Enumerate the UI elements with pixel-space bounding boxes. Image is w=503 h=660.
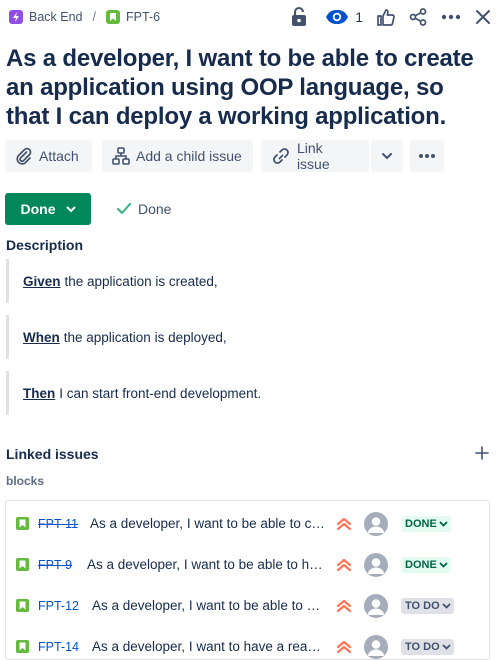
status-badge[interactable]: TO DO — [401, 597, 454, 614]
breadcrumb-current-link[interactable]: FPT-6 — [126, 10, 160, 24]
link-icon — [273, 148, 289, 164]
more-icon — [419, 154, 435, 158]
watch-button[interactable]: 1 — [325, 4, 377, 30]
status-badge-label: TO DO — [405, 599, 440, 612]
close-icon[interactable] — [475, 4, 491, 30]
resolution-label: Done — [138, 201, 172, 217]
watch-count: 1 — [355, 9, 363, 25]
chevron-down-icon — [382, 153, 392, 160]
issue-key-link[interactable]: FPT-9 — [38, 558, 72, 572]
issue-summary[interactable]: As a developer, I want to be able to cre… — [90, 516, 326, 531]
issue-toolbar: 1 — [291, 4, 491, 30]
story-icon — [16, 558, 29, 571]
more-button[interactable] — [410, 140, 444, 172]
avatar[interactable] — [364, 552, 388, 577]
chevron-down-icon — [439, 521, 448, 527]
description-keyword: Then — [23, 385, 56, 401]
share-icon[interactable] — [409, 4, 427, 30]
issue-key-link[interactable]: FPT-11 — [38, 517, 78, 531]
description-text: the application is deployed, — [63, 329, 227, 345]
attach-label: Attach — [39, 148, 79, 164]
description-heading: Description — [6, 237, 84, 253]
status-badge[interactable]: TO DO — [401, 638, 454, 655]
lock-icon[interactable] — [291, 4, 307, 30]
like-icon[interactable] — [377, 4, 395, 30]
priority-highest-icon — [336, 640, 352, 653]
issue-summary[interactable]: As a developer, I want to be able to cre… — [92, 598, 326, 613]
issue-key-link[interactable]: FPT-14 — [38, 640, 79, 654]
status-badge-label: DONE — [405, 558, 437, 571]
issue-summary[interactable]: As a developer, I want to be able to hav… — [87, 557, 328, 572]
issue-key-link[interactable]: FPT-12 — [38, 599, 79, 613]
description-line[interactable]: Given the application is created, — [6, 259, 486, 303]
eye-icon — [326, 10, 349, 24]
breadcrumb-separator: / — [92, 10, 96, 24]
status-badge-label: DONE — [405, 517, 437, 530]
resolution: Done — [116, 201, 171, 217]
attach-button[interactable]: Attach — [5, 140, 92, 172]
link-issue-dropdown[interactable] — [371, 140, 403, 172]
link-issue-label: Link issue — [296, 140, 330, 172]
status-badge[interactable]: DONE — [401, 556, 451, 573]
check-icon — [117, 203, 131, 214]
chevron-down-icon — [442, 644, 451, 650]
epic-icon — [9, 10, 23, 24]
description-text: the application is created, — [64, 273, 218, 289]
description-line[interactable]: When the application is deployed, — [6, 315, 486, 359]
issue-title[interactable]: As a developer, I want to be able to cre… — [6, 44, 486, 131]
chevron-down-icon — [439, 562, 448, 568]
add-child-issue-button[interactable]: Add a child issue — [102, 140, 253, 172]
avatar[interactable] — [364, 593, 388, 618]
add-child-label: Add a child issue — [136, 148, 242, 164]
paperclip-icon — [16, 147, 32, 165]
description-text: I can start front-end development. — [59, 385, 262, 401]
hierarchy-icon — [112, 147, 130, 165]
more-actions-icon[interactable] — [441, 4, 461, 30]
avatar[interactable] — [364, 634, 388, 659]
linked-issue-row[interactable]: FPT-11 As a developer, I want to be able… — [6, 503, 489, 544]
priority-highest-icon — [336, 558, 352, 571]
status-badge[interactable]: DONE — [401, 515, 451, 532]
story-icon — [106, 10, 120, 24]
status-label: Done — [20, 201, 56, 217]
linked-issue-row[interactable]: FPT-9 As a developer, I want to be able … — [6, 544, 489, 585]
description-keyword: When — [23, 329, 60, 345]
chevron-down-icon — [442, 603, 451, 609]
status-dropdown[interactable]: Done — [5, 193, 91, 225]
chevron-down-icon — [66, 206, 75, 212]
linked-issues-list: FPT-11 As a developer, I want to be able… — [5, 500, 490, 660]
add-link-icon[interactable] — [475, 444, 489, 462]
story-icon — [16, 599, 29, 612]
priority-highest-icon — [336, 599, 352, 612]
linked-issue-row[interactable]: FPT-14 As a developer, I want to have a … — [6, 626, 489, 659]
linked-issues-heading: Linked issues — [6, 446, 99, 462]
breadcrumb: Back End / FPT-6 — [9, 8, 160, 26]
priority-highest-icon — [336, 517, 352, 530]
status-badge-label: TO DO — [405, 640, 440, 653]
breadcrumb-parent-link[interactable]: Back End — [29, 10, 83, 24]
description-keyword: Given — [23, 273, 61, 289]
avatar[interactable] — [364, 511, 388, 536]
link-issue-button[interactable]: Link issue — [261, 140, 369, 172]
linked-issue-row[interactable]: FPT-12 As a developer, I want to be able… — [6, 585, 489, 626]
story-icon — [16, 640, 29, 653]
story-icon — [16, 517, 29, 530]
description-line[interactable]: Then I can start front-end development. — [6, 371, 486, 415]
link-relation-label: blocks — [6, 474, 45, 488]
issue-summary[interactable]: As a developer, I want to have a readme.… — [92, 639, 326, 654]
